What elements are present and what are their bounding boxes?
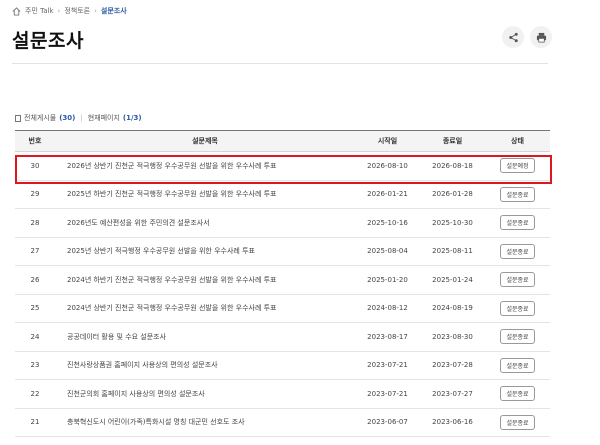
breadcrumb-separator-icon: › [94,7,97,15]
row-title-link[interactable]: 2025년 상반기 적극행정 우수공무원 선발을 위한 우수사례 투표 [55,237,355,266]
summary-divider: | [80,114,83,122]
page-title: 설문조사 [12,30,84,52]
table-row[interactable]: 25 2024년 상반기 진천군 적극행정 우수공무원 선발을 위한 우수사례 … [15,294,550,323]
row-no: 30 [15,151,55,181]
table-row[interactable]: 27 2025년 상반기 적극행정 우수공무원 선발을 위한 우수사례 투표 2… [15,237,550,266]
row-title-link[interactable]: 2026년도 예산편성을 위한 주민의견 설문조사서 [55,208,355,238]
header-start: 시작일 [355,130,420,152]
breadcrumb-current: 설문조사 [100,7,127,15]
row-no: 22 [15,379,55,409]
header-title: 설문제목 [55,130,355,152]
breadcrumb: 주민 Talk › 정책토론 › 설문조사 [12,6,127,16]
share-button[interactable] [502,26,524,48]
status-badge: 설문종료 [500,215,535,231]
row-end-date: 2023-08-30 [420,322,485,352]
share-icon [508,32,519,43]
table-row[interactable]: 29 2025년 하반기 진천군 적극행정 우수공무원 선발을 위한 우수사례 … [15,180,550,209]
row-title-link[interactable]: 2024년 상반기 진천군 적극행정 우수공무원 선발을 위한 우수사례 투표 [55,294,355,323]
header-end: 종료일 [420,130,485,152]
row-start-date: 2023-07-21 [355,379,420,409]
row-start-date: 2023-07-21 [355,351,420,380]
row-end-date: 2024-08-19 [420,294,485,323]
row-end-date: 2023-07-27 [420,379,485,409]
row-title-link[interactable]: 2026년 상반기 진천군 적극행정 우수공무원 선발을 위한 우수사례 투표 [55,151,355,181]
survey-table: 번호 설문제목 시작일 종료일 상태 30 2026년 상반기 진천군 적극행정… [15,130,550,437]
total-label: 전체게시물 [24,114,57,122]
table-row[interactable]: 23 진천사랑상품권 홈페이지 사용상의 편의성 설문조사 2023-07-21… [15,351,550,380]
header-no: 번호 [15,130,55,152]
row-title-link[interactable]: 공공데이터 활용 및 수요 설문조사 [55,322,355,352]
row-end-date: 2025-01-24 [420,265,485,295]
breadcrumb-item[interactable]: 정책토론 [64,6,90,16]
row-start-date: 2025-01-20 [355,265,420,295]
row-start-date: 2024-08-12 [355,294,420,323]
header-status: 상태 [485,130,550,152]
page-tools [502,26,552,48]
table-row[interactable]: 28 2026년도 예산편성을 위한 주민의견 설문조사서 2025-10-16… [15,208,550,238]
title-divider [12,63,548,64]
row-no: 29 [15,180,55,209]
table-row[interactable]: 30 2026년 상반기 진천군 적극행정 우수공무원 선발을 위한 우수사례 … [15,151,550,181]
row-title-link[interactable]: 충북혁신도시 어린이(가족)특화시설 명칭 대군민 선호도 조사 [55,408,355,437]
row-no: 24 [15,322,55,352]
table-row[interactable]: 26 2024년 하반기 진천군 적극행정 우수공무원 선발을 위한 우수사례 … [15,265,550,295]
row-title-link[interactable]: 진천사랑상품권 홈페이지 사용상의 편의성 설문조사 [55,351,355,380]
status-badge: 설문종료 [500,386,535,402]
row-start-date: 2023-06-07 [355,408,420,437]
status-badge: 설문예정 [500,158,535,174]
status-badge: 설문종료 [500,186,535,202]
total-count: (30) [59,114,76,122]
row-title-link[interactable]: 2025년 하반기 진천군 적극행정 우수공무원 선발을 위한 우수사례 투표 [55,180,355,209]
home-icon[interactable] [12,6,21,16]
table-row[interactable]: 21 충북혁신도시 어린이(가족)특화시설 명칭 대군민 선호도 조사 2023… [15,408,550,437]
print-icon [536,32,547,43]
status-badge: 설문종료 [500,272,535,288]
row-title-link[interactable]: 진천군의회 홈페이지 사용상의 편의성 설문조사 [55,379,355,409]
row-no: 27 [15,237,55,266]
row-no: 23 [15,351,55,380]
table-row[interactable]: 24 공공데이터 활용 및 수요 설문조사 2023-08-17 2023-08… [15,322,550,352]
print-button[interactable] [530,26,552,48]
row-end-date: 2025-08-11 [420,237,485,266]
row-start-date: 2025-08-04 [355,237,420,266]
row-start-date: 2026-01-21 [355,180,420,209]
document-icon [15,114,21,122]
status-badge: 설문종료 [500,414,535,430]
status-badge: 설문종료 [500,357,535,373]
row-start-date: 2023-08-17 [355,322,420,352]
row-start-date: 2026-08-10 [355,151,420,181]
table-row[interactable]: 22 진천군의회 홈페이지 사용상의 편의성 설문조사 2023-07-21 2… [15,379,550,409]
row-no: 25 [15,294,55,323]
breadcrumb-item[interactable]: 주민 Talk [25,6,54,16]
row-end-date: 2026-01-28 [420,180,485,209]
status-badge: 설문종료 [500,329,535,345]
status-badge: 설문종료 [500,300,535,316]
row-end-date: 2023-06-16 [420,408,485,437]
row-no: 28 [15,208,55,238]
page-value: (1/3) [122,114,142,122]
breadcrumb-separator-icon: › [57,7,61,15]
row-title-link[interactable]: 2024년 하반기 진천군 적극행정 우수공무원 선발을 위한 우수사례 투표 [55,265,355,295]
row-end-date: 2023-07-28 [420,351,485,380]
table-header-row: 번호 설문제목 시작일 종료일 상태 [15,130,550,152]
board-summary: 전체게시물 (30) | 현재페이지 (1/3) [15,113,142,123]
row-no: 21 [15,408,55,437]
row-no: 26 [15,265,55,295]
row-end-date: 2026-08-18 [420,151,485,181]
status-badge: 설문종료 [500,243,535,259]
page-label: 현재페이지 [87,114,120,122]
row-start-date: 2025-10-16 [355,208,420,238]
row-end-date: 2025-10-30 [420,208,485,238]
